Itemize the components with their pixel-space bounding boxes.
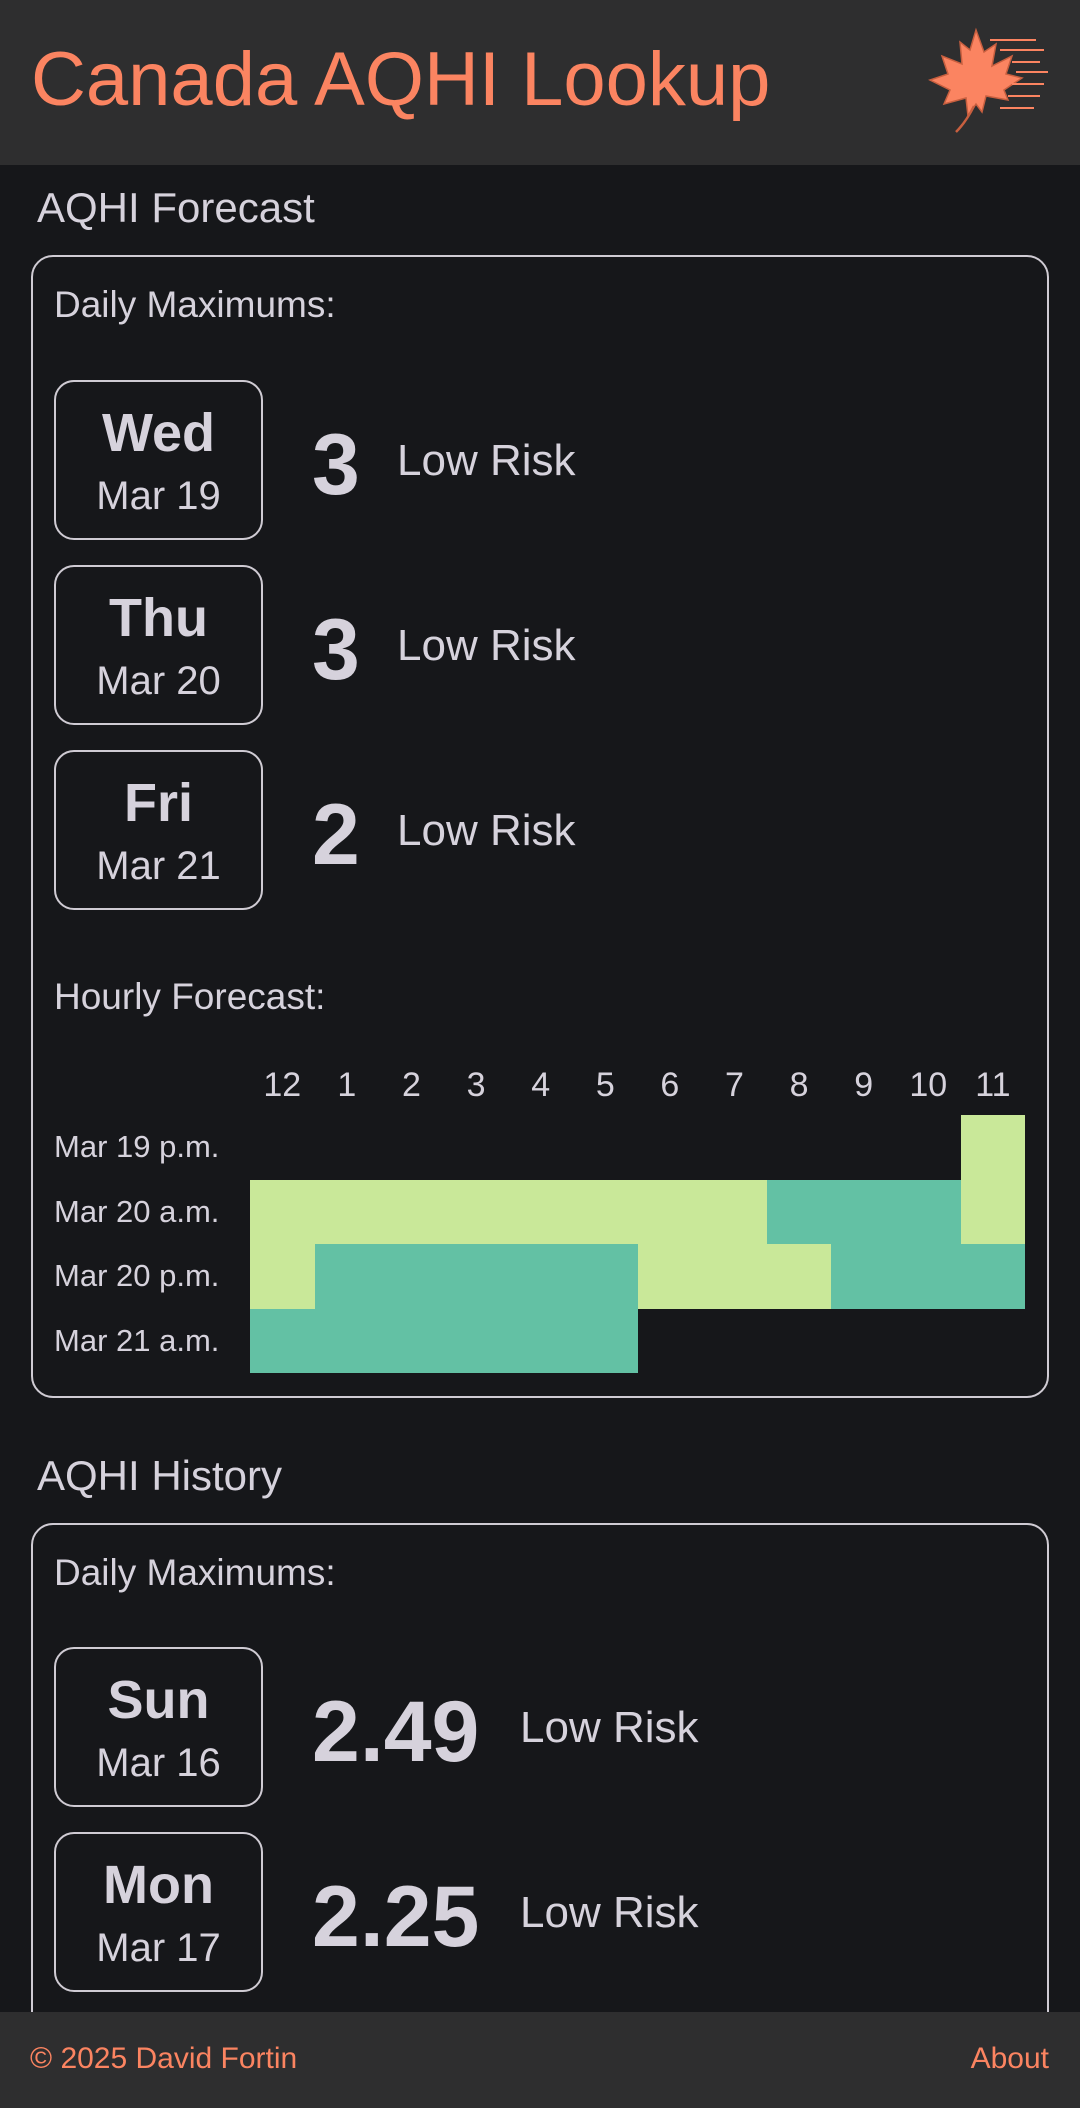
day-date: Mar 21 [96, 844, 221, 888]
app-footer: © 2025 David Fortin About [0, 2012, 1080, 2108]
forecast-daily-title: Daily Maximums: [54, 284, 336, 325]
heatmap-cell [702, 1244, 767, 1309]
heatmap-cell [831, 1179, 897, 1245]
day-name: Sun [107, 1670, 210, 1730]
forecast-day-row: Thu Mar 20 3 Low Risk [54, 565, 954, 725]
hour-label: 6 [660, 1066, 680, 1104]
day-name: Wed [101, 403, 215, 463]
heatmap-cell [379, 1179, 444, 1245]
heatmap-cell [960, 1115, 1026, 1180]
heatmap-cell [250, 1179, 315, 1245]
heatmap-cell [379, 1244, 444, 1309]
heatmap-cell [508, 1308, 574, 1374]
day-date: Mar 19 [96, 474, 221, 518]
app-header: Canada AQHI Lookup [0, 0, 1080, 165]
copyright-text: © 2025 David Fortin [30, 2042, 298, 2075]
heatmap-cell [766, 1244, 832, 1309]
heatmap-cell [573, 1308, 638, 1374]
day-box: Mon Mar 17 [54, 1832, 263, 1992]
heatmap-cell [766, 1179, 832, 1245]
aqhi-value: 2.49 [312, 1684, 480, 1780]
hour-label: 2 [402, 1066, 421, 1104]
day-name: Mon [103, 1855, 214, 1915]
hour-label: 9 [854, 1066, 874, 1104]
heatmap-cell [573, 1179, 638, 1245]
history-day-row: Mon Mar 17 2.25 Low Risk [54, 1832, 954, 1992]
risk-label: Low Risk [397, 621, 576, 670]
heatmap-cell [960, 1179, 1026, 1245]
hour-label: 12 [263, 1066, 302, 1104]
day-name: Fri [123, 773, 193, 833]
heatmap-cell [831, 1244, 897, 1309]
heatmap-cell [443, 1244, 509, 1309]
about-link[interactable]: About [971, 2042, 1049, 2076]
app-title: Canada AQHI Lookup [31, 37, 771, 122]
hour-label: 3 [466, 1066, 486, 1104]
hour-label: 11 [975, 1066, 1011, 1104]
heatmap-cell [573, 1244, 638, 1309]
forecast-day-row: Wed Mar 19 3 Low Risk [54, 380, 954, 540]
heatmap-row-label: Mar 19 p.m. [54, 1129, 220, 1164]
hour-label: 8 [789, 1066, 809, 1104]
day-box: Wed Mar 19 [54, 380, 263, 540]
aqhi-value: 2.25 [312, 1869, 480, 1965]
history-day-row: Sun Mar 16 2.49 Low Risk [54, 1647, 954, 1807]
heatmap-cell [314, 1179, 380, 1245]
heatmap-cell [443, 1308, 509, 1374]
heatmap-cell [508, 1244, 574, 1309]
hour-label: 5 [595, 1066, 615, 1104]
heatmap-cell [960, 1244, 1026, 1309]
history-daily-title: Daily Maximums: [54, 1552, 336, 1593]
history-section-title: AQHI History [37, 1452, 283, 1499]
aqhi-value: 3 [312, 602, 360, 698]
heatmap-cell [508, 1179, 574, 1245]
day-box: Thu Mar 20 [54, 565, 263, 725]
heatmap-cell [896, 1179, 961, 1245]
hour-label: 1 [337, 1066, 357, 1104]
heatmap-cell [702, 1179, 767, 1245]
forecast-day-row: Fri Mar 21 2 Low Risk [54, 750, 954, 910]
heatmap-row-label: Mar 20 a.m. [54, 1193, 220, 1229]
heatmap-cell [443, 1179, 509, 1245]
heatmap-cell [250, 1308, 315, 1374]
day-date: Mar 17 [96, 1926, 221, 1970]
risk-label: Low Risk [397, 806, 576, 855]
heatmap-cell [896, 1244, 961, 1309]
aqhi-value: 3 [312, 417, 360, 513]
risk-label: Low Risk [397, 436, 576, 485]
heatmap-row-label: Mar 20 p.m. [54, 1258, 220, 1294]
maple-leaf-wind-icon [928, 27, 1048, 133]
heatmap-cell [637, 1179, 703, 1245]
heatmap-cell [379, 1308, 444, 1374]
day-box: Fri Mar 21 [54, 750, 263, 910]
heatmap-cell [314, 1308, 380, 1374]
heatmap-cell [250, 1244, 315, 1309]
hour-label: 4 [531, 1066, 551, 1104]
hour-label: 7 [725, 1066, 744, 1104]
risk-label: Low Risk [520, 1888, 699, 1937]
day-name: Thu [109, 588, 208, 648]
forecast-section-title: AQHI Forecast [37, 184, 315, 231]
heatmap-cell [314, 1244, 380, 1309]
day-date: Mar 16 [96, 1741, 221, 1785]
heatmap-row-label: Mar 21 a.m. [54, 1322, 220, 1358]
hourly-forecast-title: Hourly Forecast: [54, 976, 326, 1017]
day-box: Sun Mar 16 [54, 1647, 263, 1807]
heatmap-cell [637, 1244, 703, 1309]
aqhi-value: 2 [312, 787, 360, 883]
day-date: Mar 20 [96, 659, 221, 703]
risk-label: Low Risk [520, 1703, 699, 1752]
hour-label: 10 [909, 1066, 948, 1104]
